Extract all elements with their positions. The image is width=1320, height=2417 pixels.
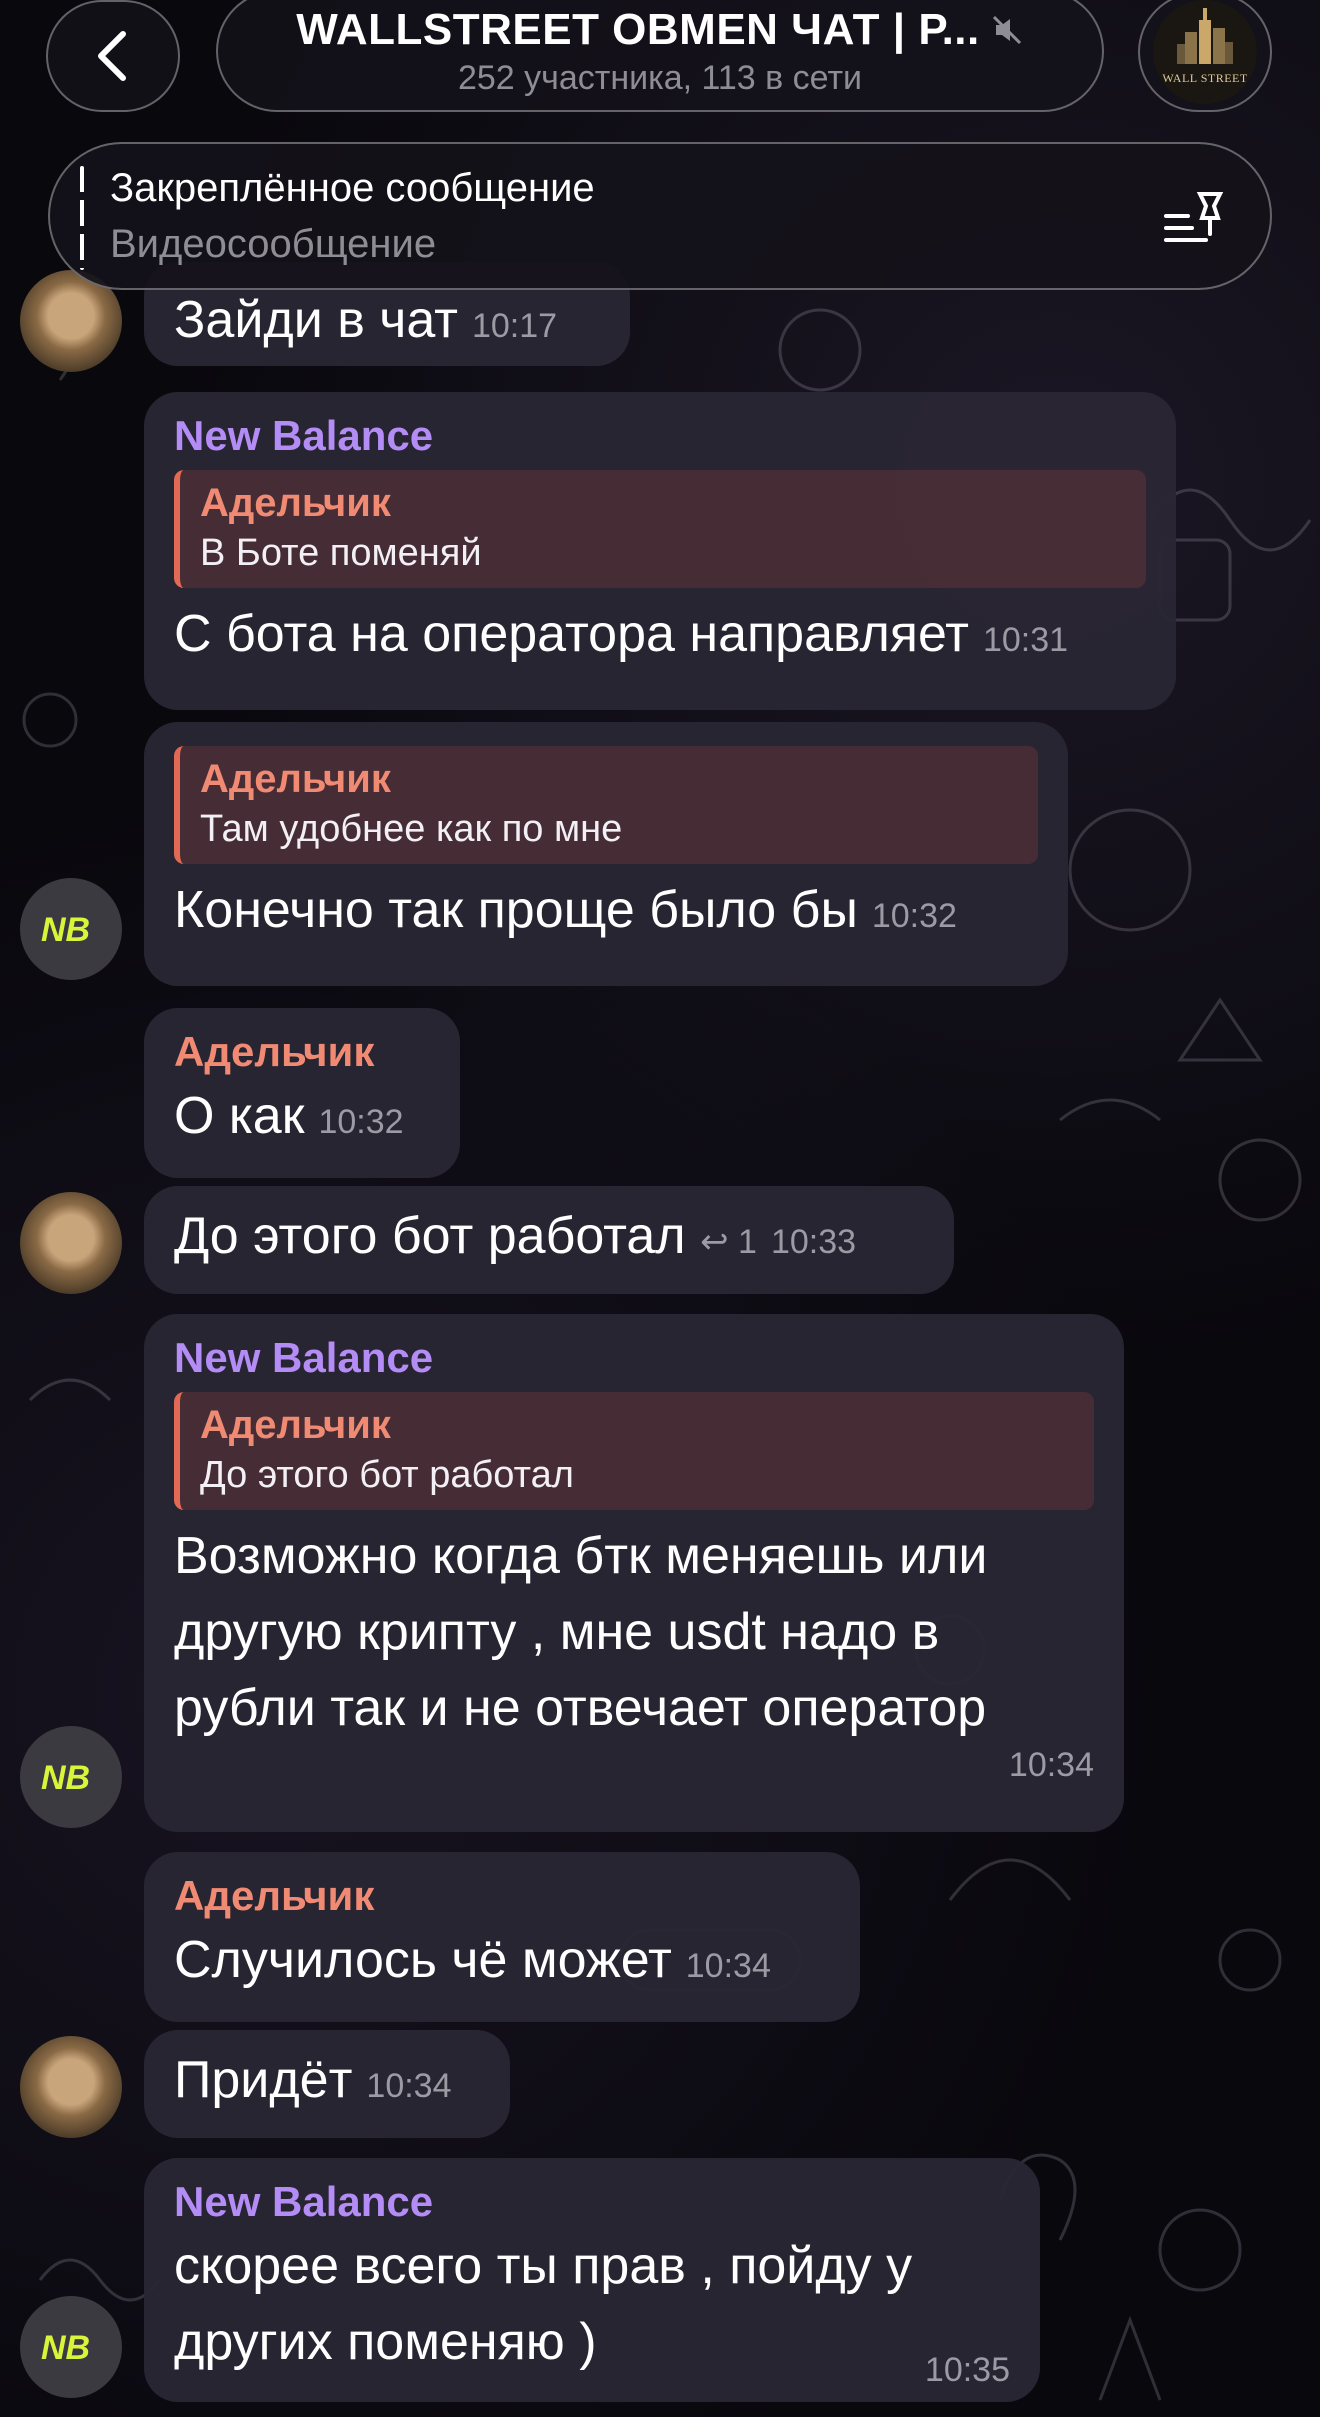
muted-icon	[992, 15, 1021, 44]
message-time: 10:33	[770, 1223, 857, 1261]
message-bubble[interactable]: Придёт 10:34	[144, 2030, 510, 2138]
wallstreet-logo-icon: WALL STREET	[1153, 0, 1257, 104]
chat-title: WALLSTREET OBMEN ЧАТ | Р...	[296, 4, 980, 54]
pinned-message-bar[interactable]: Закреплённое сообщение Видеосообщение	[48, 142, 1272, 290]
message-text: Зайди в чат	[174, 291, 458, 349]
pinned-indicator	[80, 166, 84, 270]
message-text: С бота на оператора направляет	[174, 605, 969, 663]
chevron-left-icon	[98, 31, 126, 81]
message-time: 10:35	[924, 2351, 1010, 2389]
user-avatar-lion[interactable]	[20, 2036, 122, 2138]
reply-sender: Адельчик	[200, 481, 391, 525]
svg-text:NB: NB	[41, 1759, 90, 1797]
reply-text: В Боте поменяй	[200, 532, 482, 574]
group-avatar-label: WALL STREET	[1162, 71, 1248, 85]
new-balance-logo-icon: NB	[41, 1759, 90, 1797]
message-bubble[interactable]: New Balance Адельчик В Боте поменяй С бо…	[144, 392, 1176, 710]
sender-name: New Balance	[174, 2178, 434, 2225]
reply-sender: Адельчик	[200, 757, 391, 801]
message-bubble[interactable]: Адельчик Случилось чё может 10:34	[144, 1852, 860, 2022]
sender-name: New Balance	[174, 1334, 434, 1381]
message-time: 10:32	[871, 897, 957, 935]
message-text: Конечно так проще было бы	[174, 881, 858, 939]
svg-text:NB: NB	[41, 911, 90, 949]
pin-list-icon	[1164, 192, 1224, 242]
user-avatar-new-balance[interactable]: NB	[20, 2296, 122, 2398]
reply-text: Там удобнее как по мне	[200, 808, 623, 850]
chat-title-button[interactable]: WALLSTREET OBMEN ЧАТ | Р... 252 участник…	[216, 0, 1104, 112]
reply-quote[interactable]: Адельчик До этого бот работал	[174, 1392, 1094, 1510]
sender-name: Адельчик	[174, 1028, 375, 1075]
message-time: 10:32	[318, 1103, 404, 1141]
message-bubble[interactable]: New Balance скорее всего ты прав , пойду…	[144, 2158, 1040, 2402]
pinned-list-button[interactable]	[1162, 190, 1226, 251]
message-bubble[interactable]: Адельчик О как 10:32	[144, 1008, 460, 1178]
message-time: 10:17	[471, 307, 558, 345]
reply-count[interactable]: ↩ 1	[700, 1223, 757, 1261]
reply-text: До этого бот работал	[200, 1454, 574, 1496]
message-text: О как	[174, 1087, 305, 1145]
reply-quote[interactable]: Адельчик Там удобнее как по мне	[174, 746, 1038, 864]
reply-sender: Адельчик	[200, 1403, 391, 1447]
sender-name: Адельчик	[174, 1872, 375, 1919]
message-bubble[interactable]: До этого бот работал ↩ 1 10:33	[144, 1186, 954, 1294]
message-text: До этого бот работал	[174, 1207, 686, 1265]
new-balance-logo-icon: NB	[41, 911, 90, 949]
new-balance-logo-icon: NB	[41, 2329, 90, 2367]
message-text: Возможно когда бтк меняешь или другую кр…	[174, 1527, 988, 1737]
group-avatar[interactable]: WALL STREET	[1138, 0, 1272, 112]
reply-quote[interactable]: Адельчик В Боте поменяй	[174, 470, 1146, 588]
user-avatar-new-balance[interactable]: NB	[20, 1726, 122, 1828]
skyscraper-icon	[1177, 8, 1233, 64]
svg-text:NB: NB	[41, 2329, 90, 2367]
user-avatar-new-balance[interactable]: NB	[20, 878, 122, 980]
user-avatar-lion[interactable]	[20, 1192, 122, 1294]
chat-member-count: 252 участника, 113 в сети	[457, 58, 863, 97]
message-time: 10:31	[982, 621, 1069, 659]
message-time: 10:34	[685, 1947, 771, 1985]
message-text: Случилось чё может	[174, 1931, 672, 1989]
message-bubble[interactable]: New Balance Адельчик До этого бот работа…	[144, 1314, 1124, 1832]
pinned-text: Видеосообщение	[110, 222, 437, 266]
message-text: Придёт	[174, 2051, 353, 2109]
pinned-title: Закреплённое сообщение	[110, 166, 595, 210]
sender-name: New Balance	[174, 412, 434, 459]
back-button[interactable]	[46, 0, 180, 112]
chat-header: WALLSTREET OBMEN ЧАТ | Р... 252 участник…	[0, 0, 1320, 140]
message-time: 10:34	[1008, 1746, 1094, 1784]
message-time: 10:34	[366, 2067, 452, 2105]
reply-arrow-icon: ↩	[700, 1223, 729, 1261]
message-text: скорее всего ты прав , пойду у других по…	[174, 2237, 913, 2371]
reply-count-value: 1	[738, 1223, 757, 1261]
message-bubble[interactable]: Адельчик Там удобнее как по мне Конечно …	[144, 722, 1068, 986]
message-feed[interactable]: Зайди в чат 10:17 New Balance Адельчик В …	[0, 0, 1320, 2417]
